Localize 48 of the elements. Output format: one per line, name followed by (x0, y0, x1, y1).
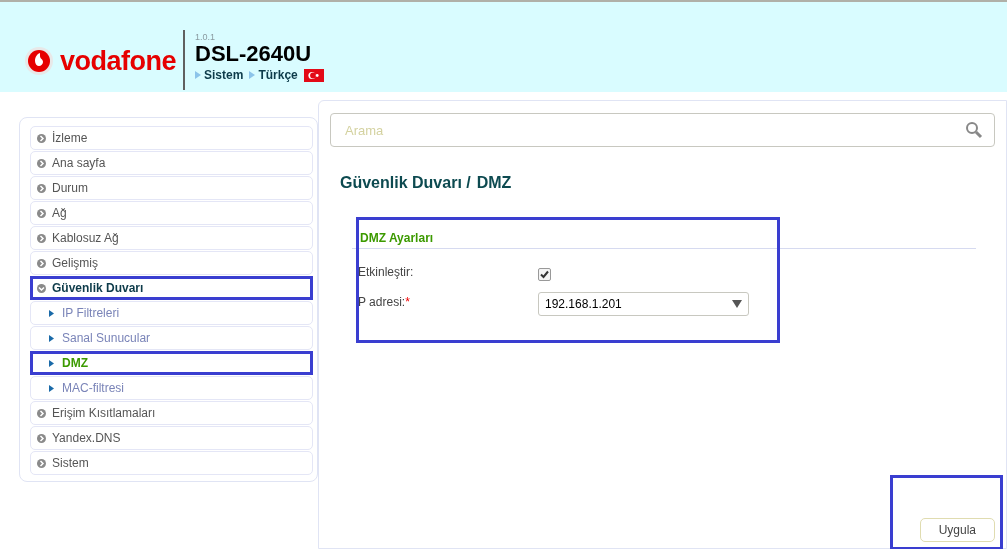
chevron-right-icon (37, 433, 46, 443)
arrow-icon (195, 71, 201, 79)
menu-item[interactable]: Durum (30, 176, 313, 200)
chevron-right-icon (37, 258, 46, 268)
caret-icon (732, 300, 742, 308)
menu-item[interactable]: Sanal Sunucular (30, 326, 313, 350)
arrow-icon (249, 71, 256, 79)
chevron-icon (49, 359, 54, 367)
menu-item[interactable]: Yandex.DNS (30, 426, 313, 450)
chevron-right-icon (37, 158, 46, 168)
chevron-icon (49, 334, 54, 342)
chevron-right-icon (37, 458, 46, 468)
logo-icon (24, 46, 54, 76)
chevron-icon (49, 309, 54, 317)
menu-item[interactable]: Güvenlik Duvarı (30, 276, 313, 300)
menu-item[interactable]: MAC-filtresi (30, 376, 313, 400)
menu-item[interactable]: Erişim Kısıtlamaları (30, 401, 313, 425)
chevron-right-icon (37, 408, 46, 418)
model-name: DSL-2640U (195, 42, 313, 66)
version-text: 1.0.1 (195, 33, 217, 42)
menu-item[interactable]: DMZ (30, 351, 313, 375)
checkbox[interactable] (538, 267, 551, 281)
dropdown-field[interactable]: 192.168.1.201 (538, 292, 749, 316)
language-link[interactable]: Türkçe (258, 66, 298, 84)
chevron-right-icon (37, 183, 46, 193)
section-title: DMZ Ayarları (359, 230, 435, 247)
menu-item[interactable]: Gelişmiş (30, 251, 313, 275)
chevron-down-icon (37, 283, 46, 293)
language-link[interactable]: Sistem (204, 66, 244, 84)
menu-item[interactable]: İzleme (30, 126, 313, 150)
field-label: P adresi:* (358, 294, 411, 311)
menu-item[interactable]: Ana sayfa (30, 151, 313, 175)
page-title: Güvenlik Duvarı / (340, 173, 471, 193)
flag-icon (303, 68, 324, 82)
search-icon[interactable] (965, 121, 983, 139)
page-title: DMZ (476, 173, 512, 193)
field-label: Etkinleştir: (358, 264, 415, 281)
chevron-right-icon (37, 208, 46, 218)
chevron-right-icon (37, 233, 46, 243)
brand-name: vodafone (60, 47, 176, 75)
menu-item[interactable]: IP Filtreleri (30, 301, 313, 325)
search-field[interactable]: Arama (330, 113, 995, 147)
apply-button[interactable]: Uygula (919, 518, 995, 542)
menu-item[interactable]: Ağ (30, 201, 313, 225)
chevron-right-icon (37, 133, 46, 143)
menu-item[interactable]: Kablosuz Ağ (30, 226, 313, 250)
chevron-icon (49, 384, 54, 392)
menu-item[interactable]: Sistem (30, 451, 313, 475)
